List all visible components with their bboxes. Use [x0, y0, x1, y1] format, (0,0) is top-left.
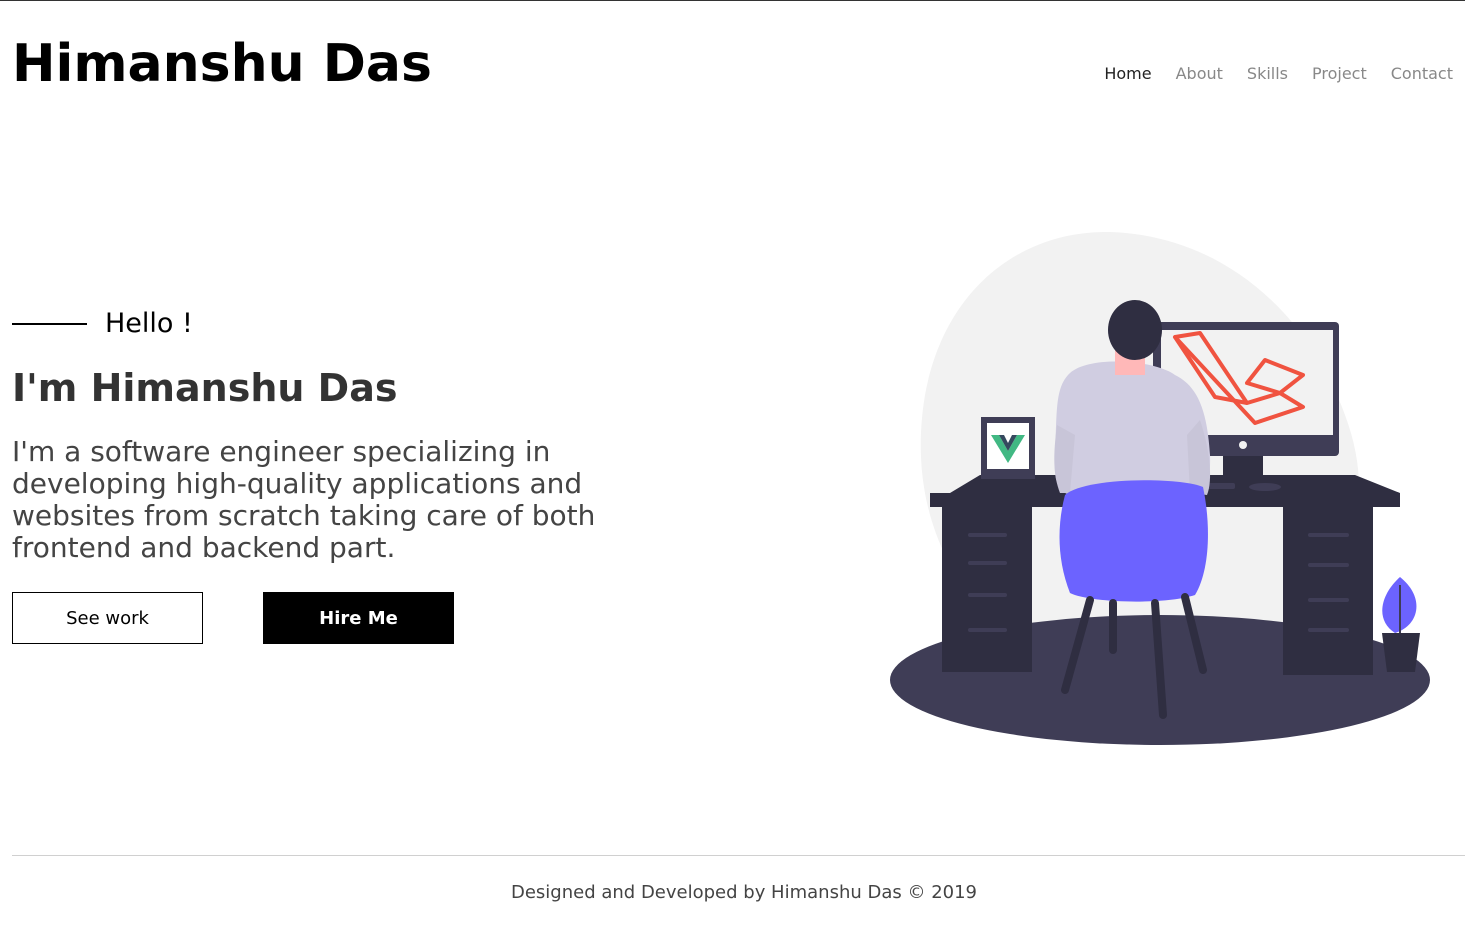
nav-skills[interactable]: Skills	[1247, 64, 1288, 83]
plant-pot	[1382, 633, 1420, 672]
developer-at-desk-illustration	[890, 231, 1430, 745]
hero-intro: I'm a software engineer specializing in …	[12, 435, 596, 564]
hire-me-button[interactable]: Hire Me	[263, 592, 454, 644]
nav-about[interactable]: About	[1176, 64, 1223, 83]
person-head	[1108, 300, 1162, 360]
mouse	[1249, 483, 1281, 491]
hero-headline: I'm Himanshu Das	[12, 366, 398, 410]
desk-drawer-left	[942, 507, 1032, 672]
chair-seat	[1059, 480, 1208, 602]
desk-drawer-right	[1283, 507, 1373, 675]
top-border	[0, 0, 1465, 1]
footer-divider	[12, 855, 1465, 856]
site-brand[interactable]: Himanshu Das	[12, 34, 432, 94]
see-work-button[interactable]: See work	[12, 592, 203, 644]
greeting-text: Hello !	[105, 308, 193, 339]
nav-contact[interactable]: Contact	[1391, 64, 1453, 83]
monitor-power-dot	[1239, 441, 1247, 449]
nav-home[interactable]: Home	[1104, 64, 1151, 83]
greeting-divider	[12, 322, 87, 325]
footer-credit: Designed and Developed by Himanshu Das ©…	[510, 882, 978, 903]
main-nav: Home About Skills Project Contact	[1104, 64, 1453, 83]
nav-project[interactable]: Project	[1312, 64, 1367, 83]
greeting-row: Hello !	[12, 308, 193, 339]
